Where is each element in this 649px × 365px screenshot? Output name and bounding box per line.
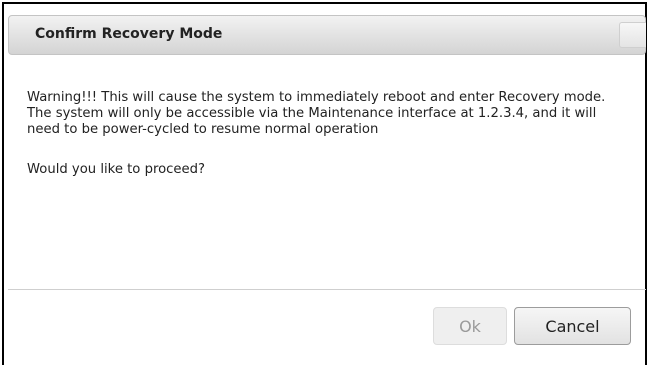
- ok-button[interactable]: Ok: [433, 307, 507, 345]
- dialog-body: Warning!!! This will cause the system to…: [27, 90, 632, 178]
- warning-message: Warning!!! This will cause the system to…: [27, 90, 606, 137]
- cancel-button[interactable]: Cancel: [514, 307, 631, 345]
- close-icon[interactable]: [619, 22, 646, 48]
- confirm-recovery-dialog: Confirm Recovery Mode Warning!!! This wi…: [2, 2, 647, 365]
- proceed-question: Would you like to proceed?: [27, 162, 205, 177]
- footer-divider: [8, 289, 646, 290]
- dialog-title: Confirm Recovery Mode: [35, 26, 223, 42]
- dialog-titlebar: Confirm Recovery Mode: [8, 15, 646, 55]
